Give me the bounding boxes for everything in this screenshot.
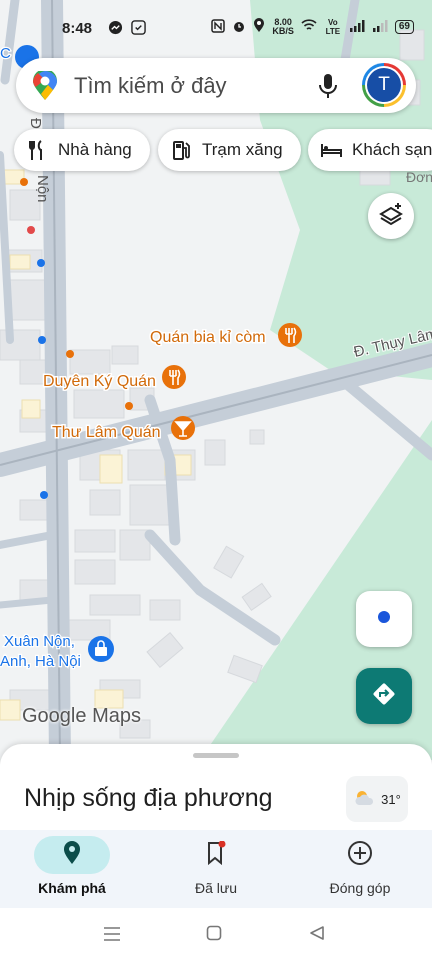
poi-bar-icon[interactable] <box>171 416 195 440</box>
search-input[interactable]: Tìm kiếm ở đây <box>74 73 227 99</box>
drag-handle[interactable] <box>193 753 239 758</box>
place-label[interactable]: Duyên Ký Quán <box>42 372 158 392</box>
layers-button[interactable] <box>368 193 414 239</box>
poi-restaurant-icon[interactable] <box>278 323 302 347</box>
status-bar: 8:48 8.00 KB/S Vo LTE 69 <box>0 0 432 58</box>
directions-button[interactable] <box>356 668 412 724</box>
wifi-icon <box>301 19 317 35</box>
nav-label: Khám phá <box>38 880 106 896</box>
chip-label: Trạm xăng <box>202 140 283 159</box>
directions-icon <box>370 680 398 713</box>
my-location-icon <box>376 609 392 630</box>
layers-icon <box>379 202 403 231</box>
nav-saved[interactable]: Đã lưu <box>144 830 288 908</box>
area-label[interactable]: Anh, Hà Nội <box>0 652 82 672</box>
bed-icon <box>320 139 342 161</box>
avatar[interactable]: T <box>362 63 406 107</box>
add-circle-icon <box>347 840 373 871</box>
avatar-letter: T <box>367 68 401 102</box>
google-maps-logo: Google Maps <box>22 705 141 727</box>
place-label[interactable]: Thư Lâm Quán <box>51 423 163 443</box>
bookmark-icon <box>206 840 226 870</box>
area-label[interactable]: Xuân Nộn, <box>3 632 76 652</box>
menu-icon[interactable] <box>103 926 121 947</box>
partly-cloudy-icon <box>353 789 377 810</box>
bottom-sheet[interactable]: Nhịp sống địa phương 31° <box>0 744 432 844</box>
signal-icon <box>372 19 388 35</box>
nav-icon-wrap <box>322 836 398 874</box>
weather-chip[interactable]: 31° <box>346 776 408 822</box>
place-label[interactable]: Quán bia kỉ còm <box>149 328 268 348</box>
home-icon[interactable] <box>206 925 222 946</box>
shield-icon <box>131 20 146 38</box>
chip-label: Nhà hàng <box>58 140 132 159</box>
search-bar[interactable]: Tìm kiếm ở đây T <box>16 58 416 113</box>
temperature: 31° <box>381 791 401 807</box>
network-speed: 8.00 KB/S <box>272 17 294 36</box>
system-icons: 8.00 KB/S Vo LTE 69 <box>211 18 414 36</box>
signal-icon <box>349 19 365 35</box>
street-label: Nộn <box>34 175 51 203</box>
poi-restaurant-icon[interactable] <box>162 365 186 389</box>
chip-gas-stations[interactable]: Trạm xăng <box>158 129 301 171</box>
nav-label: Đóng góp <box>329 880 391 896</box>
gas-pump-icon <box>170 139 192 161</box>
chip-hotels[interactable]: Khách sạn <box>308 129 432 171</box>
fork-knife-icon <box>26 139 48 161</box>
battery-indicator: 69 <box>394 20 414 34</box>
maps-pin-icon <box>32 69 58 106</box>
nav-icon-wrap <box>178 836 254 874</box>
nfc-icon <box>211 18 226 36</box>
system-navigation <box>0 908 432 960</box>
nav-label: Đã lưu <box>194 880 238 896</box>
my-location-button[interactable] <box>356 591 412 647</box>
location-icon <box>253 18 265 36</box>
chip-label: Khách sạn <box>352 140 432 159</box>
mic-icon[interactable] <box>316 73 340 104</box>
status-time: 8:48 <box>62 20 93 37</box>
street-label: Đ <box>27 118 44 129</box>
poi-shopping-icon[interactable] <box>88 636 114 662</box>
volte-label: Vo LTE <box>325 18 341 36</box>
chip-restaurants[interactable]: Nhà hàng <box>14 129 150 171</box>
bottom-navigation: Khám phá Đã lưu Đóng góp <box>0 830 432 908</box>
nav-active-pill <box>34 836 110 874</box>
explore-pin-icon <box>63 840 81 870</box>
nav-contribute[interactable]: Đóng góp <box>288 830 432 908</box>
nav-explore[interactable]: Khám phá <box>0 830 144 908</box>
messenger-icon <box>108 20 123 38</box>
area-label: Đơn <box>406 169 432 185</box>
alarm-icon <box>232 19 246 36</box>
back-icon[interactable] <box>309 925 325 946</box>
notification-icons <box>108 20 146 38</box>
sheet-title: Nhịp sống địa phương <box>24 784 273 812</box>
